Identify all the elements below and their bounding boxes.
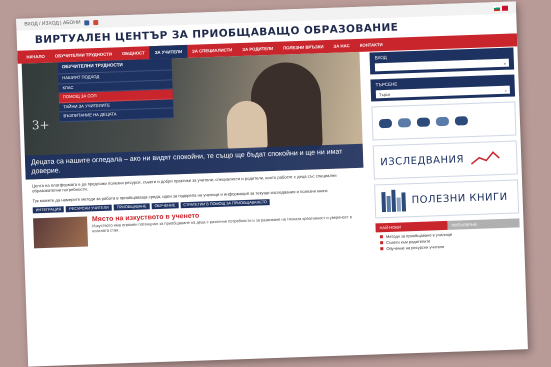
main-content: 3+ Децата са нашите огледала – ако ни ви…: [21, 51, 366, 254]
speech-bubbles-icon: [435, 116, 450, 126]
speech-bubbles-icon: [416, 116, 431, 127]
tag-link[interactable]: ИНТЕГРАЦИЯ: [32, 206, 65, 214]
bg-flag-icon[interactable]: [493, 5, 501, 11]
google-plus-icon[interactable]: [93, 19, 99, 25]
books-label: ПОЛЕЗНИ КНИГИ: [411, 191, 508, 206]
nav-item-specialists[interactable]: ЗА СПЕЦИАЛИСТИ: [187, 47, 237, 54]
dropdown-menu: ОБУЧИТЕЛНИ ТРУДНОСТИ НАШИЯТ ПОДХОД КЛАС …: [57, 57, 174, 122]
nav-item-parents[interactable]: ЗА РОДИТЕЛИ: [237, 46, 278, 52]
nav-item-teachers[interactable]: ЗА УЧИТЕЛИ: [149, 44, 188, 60]
facebook-icon[interactable]: [84, 19, 90, 25]
login-box: ВХОД »: [369, 47, 515, 75]
speech-bubbles-icon: [397, 117, 412, 128]
books-banner[interactable]: ПОЛЕЗНИ КНИГИ: [374, 179, 520, 219]
login-field[interactable]: »: [374, 58, 510, 72]
nav-item-links[interactable]: ПОЛЕЗНИ ВРЪЗКИ: [278, 44, 329, 51]
nav-item-difficulties[interactable]: ОБУЧИТЕЛНИ ТРУДНОСТИ: [50, 51, 117, 59]
article-thumbnail[interactable]: [33, 216, 88, 249]
speech-bubbles-icon: [378, 118, 393, 128]
speech-bubbles-icon: [454, 115, 469, 126]
research-banner[interactable]: ИЗСЛЕДВАНИЯ: [372, 140, 518, 180]
tag-link[interactable]: ПРИОБЩАВАНЕ: [113, 203, 150, 211]
chalk-writing: 3+: [31, 117, 50, 133]
tag-link[interactable]: ОБУЧЕНИЕ: [151, 202, 179, 210]
nav-item-community[interactable]: ОБЩНОСТ: [117, 50, 150, 56]
login-links[interactable]: ВХОД / ИЗХОД | АБОНИ: [24, 20, 80, 28]
forum-banner[interactable]: [371, 101, 517, 141]
hero-slider[interactable]: 3+ Децата са нашите огледала – ако ни ви…: [21, 51, 364, 180]
nav-item-contacts[interactable]: КОНТАКТИ: [355, 42, 388, 48]
search-icon[interactable]: ⌕: [505, 87, 507, 92]
search-input[interactable]: Търси ⌕: [375, 85, 510, 99]
gb-flag-icon[interactable]: [501, 5, 509, 11]
nav-item-home[interactable]: НАЧАЛО: [21, 54, 50, 60]
browser-screenshot: ВХОД / ИЗХОД | АБОНИ ВИРТУАЛЕН ЦЕНТЪР ЗА…: [16, 1, 528, 367]
student-image: [226, 100, 268, 152]
nav-item-about[interactable]: ЗА НАС: [328, 43, 354, 49]
books-icon: [381, 189, 407, 213]
trend-chart-icon: [470, 151, 500, 165]
sidebar: ВХОД » ТЪРСЕНЕ Търси ⌕ ИЗСЛЕДВАНИЯ ПОЛЕЗН…: [369, 47, 520, 254]
arrow-icon[interactable]: »: [504, 60, 506, 65]
search-box: ТЪРСЕНЕ Търси ⌕: [370, 74, 516, 102]
research-label: ИЗСЛЕДВАНИЯ: [380, 153, 465, 168]
